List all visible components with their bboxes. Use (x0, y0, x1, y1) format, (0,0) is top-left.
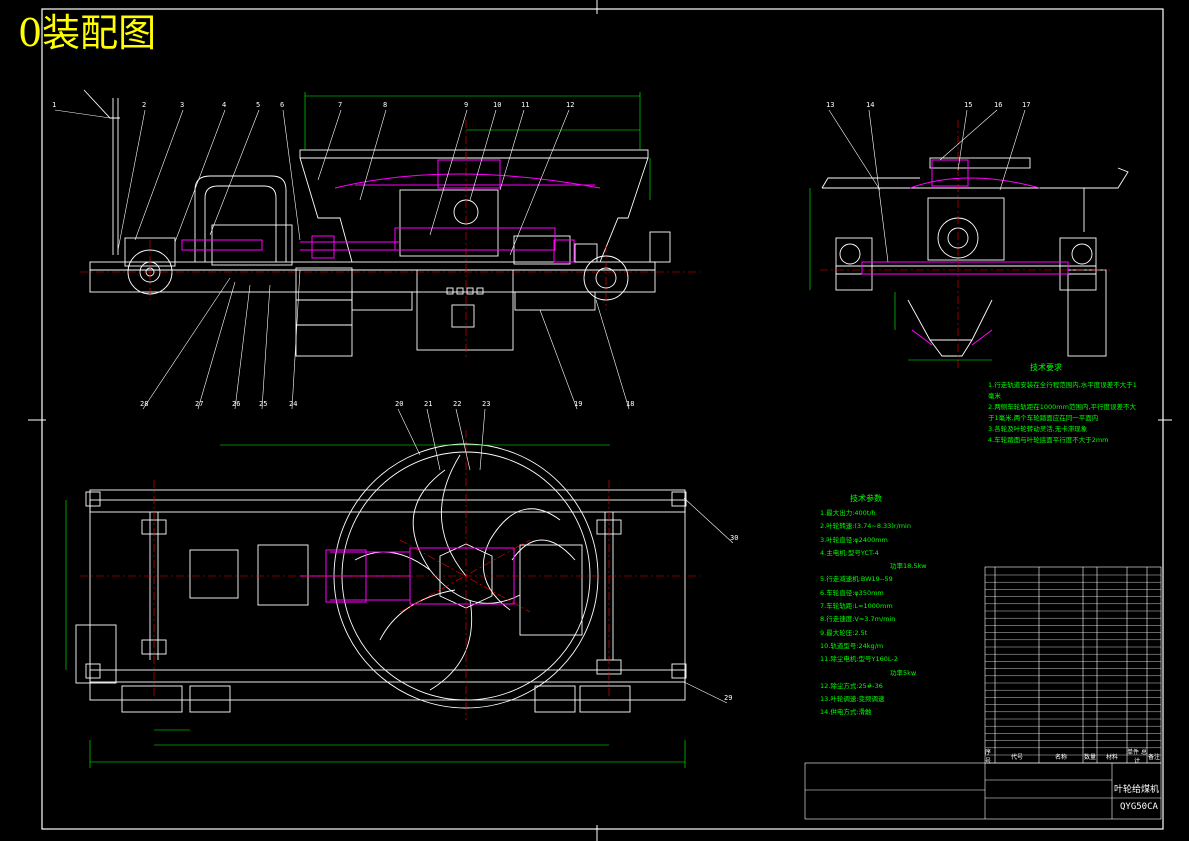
part-number-label: 11 (521, 101, 529, 109)
leader-line (539, 309, 578, 410)
part-number-label: 13 (826, 101, 834, 109)
leader-line (317, 109, 342, 181)
plan-view (75, 443, 687, 713)
title-block (804, 762, 1162, 820)
front-view-highlights (181, 159, 601, 263)
part-number-label: 20 (395, 400, 403, 408)
leader-line (595, 299, 630, 410)
leader-line (469, 109, 497, 201)
leader-line (999, 109, 1026, 191)
leader-line (429, 109, 468, 236)
leader-line (479, 408, 486, 471)
part-number-label: 8 (383, 101, 387, 109)
leader-line (134, 109, 184, 241)
part-number-label: 24 (289, 400, 297, 408)
leader-line (54, 109, 111, 119)
part-number-label: 9 (464, 101, 468, 109)
part-number-label: 7 (338, 101, 342, 109)
part-number-label: 17 (1022, 101, 1030, 109)
part-number-label: 14 (866, 101, 874, 109)
part-number-label: 23 (482, 400, 490, 408)
part-number-label: 30 (730, 534, 738, 542)
part-number-label: 22 (453, 400, 461, 408)
plan-view-centerlines (80, 430, 700, 720)
leader-line (397, 408, 421, 456)
leader-line (261, 284, 271, 410)
leader-line (683, 681, 728, 704)
front-view-dimensions (304, 92, 651, 200)
part-number-label: 2 (142, 101, 146, 109)
leader-line (209, 109, 260, 236)
part-number-label: 1 (52, 101, 56, 109)
part-number-label: 29 (724, 694, 732, 702)
part-number-label: 26 (232, 400, 240, 408)
leader-line (455, 408, 471, 471)
leader-line (234, 284, 251, 410)
leader-line (359, 109, 387, 201)
leader-line (683, 497, 734, 544)
assembly-drawing: 1 2 3 4 5 6 7 8 9 10 11 12 13 14 15 16 1728 27 26 25 24 20 21 2… (28, 0, 1172, 841)
front-view-centerlines (80, 120, 700, 360)
part-number-label: 12 (566, 101, 574, 109)
part-number-label: 3 (180, 101, 184, 109)
part-number-label: 28 (140, 400, 148, 408)
part-number-label: 16 (994, 101, 1002, 109)
leader-line (117, 109, 146, 251)
side-view (821, 157, 1129, 357)
leader-line (509, 109, 570, 256)
leader-line (939, 109, 998, 161)
part-number-label: 18 (626, 400, 634, 408)
part-number-label: 6 (280, 101, 284, 109)
leader-line (426, 408, 441, 471)
part-number-label: 25 (259, 400, 267, 408)
part-number-label: 27 (195, 400, 203, 408)
part-number-label: 10 (493, 101, 501, 109)
part-number-label: 5 (256, 101, 260, 109)
part-number-label: 4 (222, 101, 226, 109)
part-number-label: 15 (964, 101, 972, 109)
part-number-label: 19 (574, 400, 582, 408)
control-cabinet (416, 269, 514, 351)
plan-view-dimensions (65, 444, 686, 768)
part-number-label: 21 (424, 400, 432, 408)
leader-line (197, 281, 236, 410)
